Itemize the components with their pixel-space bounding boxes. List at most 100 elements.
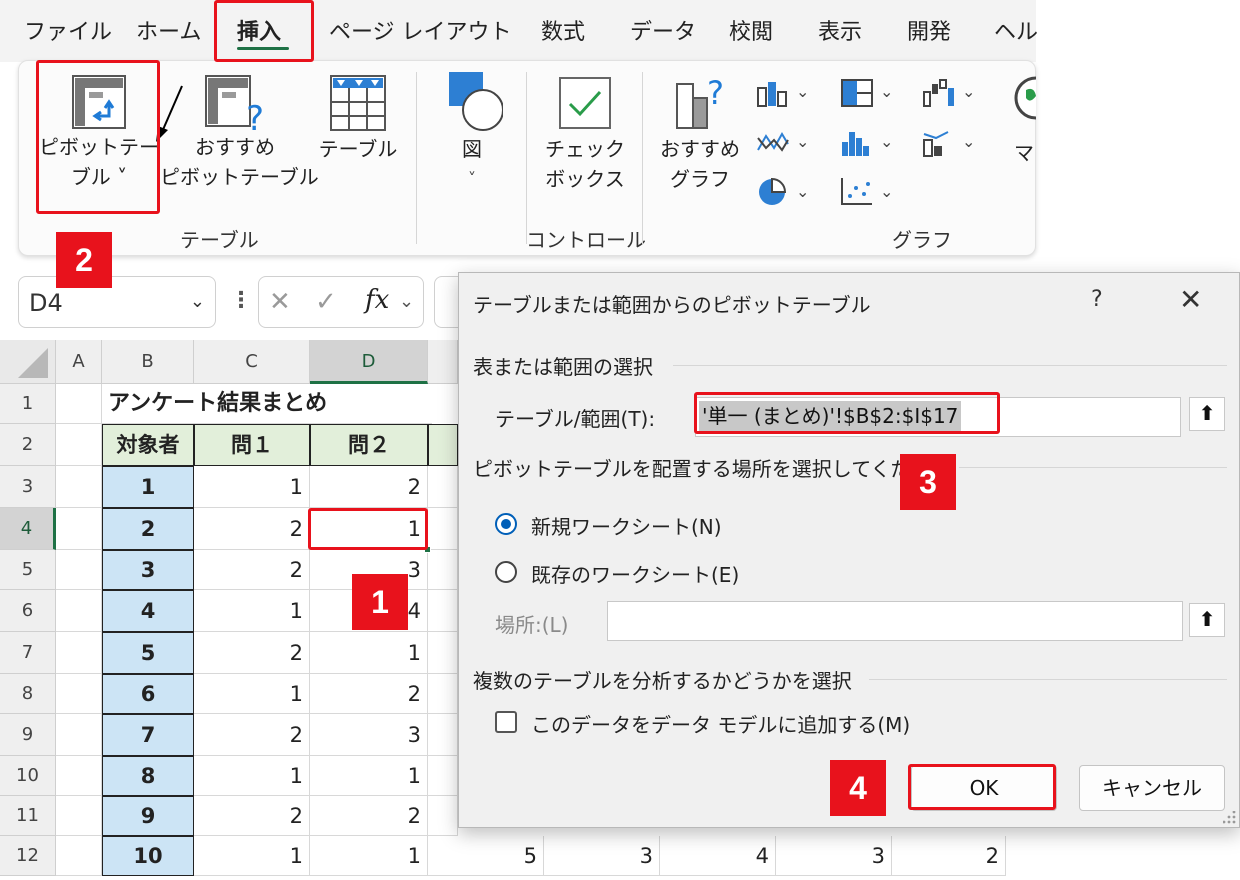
cell-a8[interactable]	[56, 674, 102, 714]
row12-extra-cell[interactable]: 3	[776, 836, 892, 876]
cell-e[interactable]	[428, 550, 458, 590]
id-cell[interactable]: 3	[102, 550, 194, 590]
column-header-e[interactable]	[428, 340, 458, 384]
cell-e[interactable]	[428, 756, 458, 796]
id-cell[interactable]: 4	[102, 590, 194, 632]
cell-e[interactable]	[428, 590, 458, 632]
chevron-down-icon[interactable]: ⌄	[190, 291, 205, 312]
line-chart-icon[interactable]	[756, 128, 790, 158]
tab-formulas[interactable]: 数式	[541, 14, 585, 46]
value-cell-q2[interactable]: 1	[310, 756, 428, 796]
row12-extra-cell[interactable]: 5	[428, 836, 544, 876]
cell-e[interactable]	[428, 508, 458, 550]
column-header-c[interactable]: C	[194, 340, 310, 384]
value-cell-q1[interactable]: 1	[194, 590, 310, 632]
value-cell-q1[interactable]: 2	[194, 632, 310, 674]
id-cell[interactable]: 7	[102, 714, 194, 756]
row-header-9[interactable]: 9	[0, 714, 56, 756]
insert-function-icon[interactable]: fx	[365, 285, 389, 315]
id-cell[interactable]: 6	[102, 674, 194, 714]
cell-a2[interactable]	[56, 424, 102, 466]
help-icon[interactable]: ?	[1091, 287, 1103, 312]
name-box[interactable]: D4 ⌄	[18, 276, 216, 328]
row-header-7[interactable]: 7	[0, 632, 56, 674]
cell-a5[interactable]	[56, 550, 102, 590]
value-cell-q2[interactable]: 3	[310, 714, 428, 756]
radio-existing-worksheet[interactable]	[495, 561, 517, 583]
id-cell[interactable]: 10	[102, 836, 194, 876]
pie-chart-icon[interactable]	[756, 176, 790, 206]
value-cell-q2[interactable]: 1	[310, 836, 428, 876]
chevron-down-icon[interactable]: ⌄	[796, 82, 809, 101]
row-header-10[interactable]: 10	[0, 756, 56, 796]
row-header-6[interactable]: 6	[0, 590, 56, 632]
cell-e[interactable]	[428, 632, 458, 674]
close-icon[interactable]: ✕	[1179, 283, 1202, 316]
confirm-icon[interactable]: ✓	[315, 287, 337, 317]
location-input[interactable]	[607, 601, 1183, 641]
column-chart-icon[interactable]	[756, 78, 790, 108]
map-chart-icon[interactable]	[1014, 74, 1036, 124]
cell-a4[interactable]	[56, 508, 102, 550]
recommended-pivot-button[interactable]: ? おすすめ ピボットテーブル	[160, 70, 319, 210]
row12-extra-cell[interactable]: 3	[544, 836, 660, 876]
value-cell-q1[interactable]: 2	[194, 550, 310, 590]
value-cell-q1[interactable]: 2	[194, 796, 310, 836]
select-all-corner[interactable]	[0, 340, 56, 384]
data-model-checkbox[interactable]	[495, 711, 517, 733]
value-cell-q2[interactable]: 2	[310, 796, 428, 836]
radio-new-worksheet[interactable]	[495, 513, 517, 535]
table-button[interactable]: テーブル	[312, 70, 404, 210]
chevron-down-icon[interactable]: ⌄	[962, 132, 975, 151]
row-header-4[interactable]: 4	[0, 508, 56, 550]
cell-a10[interactable]	[56, 756, 102, 796]
tab-view[interactable]: 表示	[818, 14, 862, 46]
row-header-12[interactable]: 12	[0, 836, 56, 876]
statistic-chart-icon[interactable]	[840, 128, 874, 158]
cell-a12[interactable]	[56, 836, 102, 876]
row-header-1[interactable]: 1	[0, 384, 56, 424]
sheet-title-cell[interactable]: アンケート結果まとめ	[102, 384, 432, 424]
column-header-b[interactable]: B	[102, 340, 194, 384]
cell-a6[interactable]	[56, 590, 102, 632]
id-cell[interactable]: 5	[102, 632, 194, 674]
tab-home[interactable]: ホーム	[136, 14, 201, 46]
value-cell-q2[interactable]: 2	[310, 466, 428, 508]
value-cell-q1[interactable]: 1	[194, 836, 310, 876]
id-cell[interactable]: 1	[102, 466, 194, 508]
chevron-down-icon[interactable]: ⌄	[880, 82, 893, 101]
row-header-5[interactable]: 5	[0, 550, 56, 590]
tab-developer[interactable]: 開発	[907, 14, 951, 46]
value-cell-q1[interactable]: 1	[194, 674, 310, 714]
value-cell-q2[interactable]: 1	[310, 632, 428, 674]
chevron-down-icon[interactable]: ⌄	[796, 132, 809, 151]
cell-a11[interactable]	[56, 796, 102, 836]
tab-help[interactable]: ヘル	[994, 14, 1038, 46]
id-cell[interactable]: 9	[102, 796, 194, 836]
id-cell[interactable]: 8	[102, 756, 194, 796]
checkbox-control-button[interactable]: チェック ボックス	[540, 70, 630, 210]
column-header-a[interactable]: A	[56, 340, 102, 384]
row-header-2[interactable]: 2	[0, 424, 56, 466]
chevron-down-icon[interactable]: ⌄	[962, 82, 975, 101]
radio-existing-worksheet-label[interactable]: 既存のワークシート(E)	[531, 559, 739, 588]
cell-e[interactable]	[428, 466, 458, 508]
scatter-chart-icon[interactable]	[840, 176, 874, 206]
cancel-button[interactable]: キャンセル	[1079, 765, 1225, 811]
cell-e[interactable]	[428, 674, 458, 714]
cell-e[interactable]	[428, 796, 458, 836]
row-header-8[interactable]: 8	[0, 674, 56, 714]
recommended-chart-button[interactable]: ? おすすめ グラフ	[654, 70, 746, 210]
cell-a9[interactable]	[56, 714, 102, 756]
chevron-down-icon[interactable]: ⌄	[796, 182, 809, 201]
value-cell-q1[interactable]: 2	[194, 714, 310, 756]
cancel-icon[interactable]: ✕	[269, 287, 291, 317]
combo-chart-icon[interactable]	[922, 128, 956, 158]
header-cell-q3[interactable]	[428, 424, 458, 466]
tab-page-layout[interactable]: ページ レイアウト	[329, 14, 512, 46]
value-cell-q1[interactable]: 2	[194, 508, 310, 550]
chevron-down-icon[interactable]: ⌄	[880, 182, 893, 201]
row-header-11[interactable]: 11	[0, 796, 56, 836]
tab-data[interactable]: データ	[630, 14, 696, 46]
range-collapse-button[interactable]: ⬆	[1189, 397, 1225, 431]
